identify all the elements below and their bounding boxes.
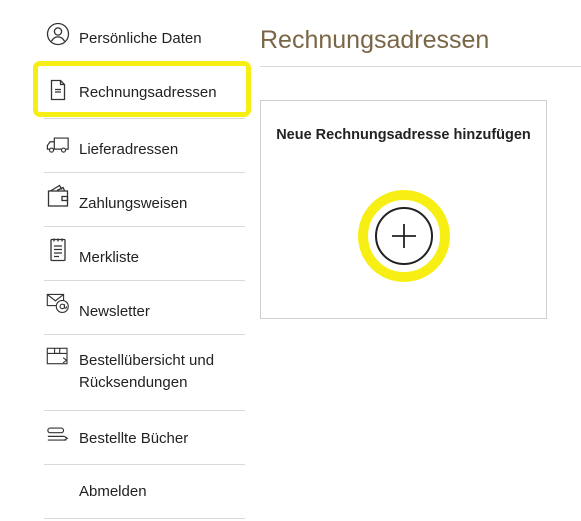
box-icon xyxy=(46,344,70,368)
add-billing-address-card[interactable]: Neue Rechnungsadresse hinzufügen xyxy=(260,100,547,319)
sidebar-item-orders-returns[interactable]: Bestellübersicht und Rücksendungen xyxy=(44,335,245,411)
books-icon xyxy=(46,423,70,447)
page-title: Rechnungsadressen xyxy=(260,26,490,54)
sidebar-item-billing-addresses[interactable]: Rechnungsadressen xyxy=(44,65,245,119)
mail-at-icon xyxy=(46,291,70,315)
sidebar-item-logout[interactable]: Abmelden xyxy=(44,465,245,519)
sidebar-item-ordered-books[interactable]: Bestellte Bücher xyxy=(44,411,245,465)
sidebar-item-label: Lieferadressen xyxy=(79,141,179,158)
sidebar-item-label: Merkliste xyxy=(79,249,140,266)
person-icon xyxy=(46,22,70,46)
add-billing-address-button[interactable] xyxy=(358,190,450,282)
sidebar-item-label: Bestellübersicht und Rücksendungen xyxy=(79,352,215,391)
sidebar-item-label: Abmelden xyxy=(79,483,147,500)
list-icon xyxy=(46,238,70,262)
wallet-icon xyxy=(46,184,70,208)
card-heading: Neue Rechnungsadresse hinzufügen xyxy=(276,127,531,143)
sidebar-item-payment-methods[interactable]: Zahlungsweisen xyxy=(44,173,245,227)
sidebar-item-wishlist[interactable]: Merkliste xyxy=(44,227,245,281)
sidebar-item-label: Newsletter xyxy=(79,303,150,320)
sidebar-item-label: Rechnungsadressen xyxy=(79,84,217,101)
account-sidebar: Persönliche Daten Rechnungsadressen Lief… xyxy=(44,12,245,519)
plus-circle-icon xyxy=(375,207,433,265)
sidebar-item-newsletter[interactable]: Newsletter xyxy=(44,281,245,335)
sidebar-item-personal-data[interactable]: Persönliche Daten xyxy=(44,12,245,65)
sidebar-item-label: Bestellte Bücher xyxy=(79,430,189,447)
sidebar-item-label: Zahlungsweisen xyxy=(79,195,188,212)
sidebar-item-shipping-addresses[interactable]: Lieferadressen xyxy=(44,119,245,173)
truck-icon xyxy=(46,133,70,157)
sidebar-item-label: Persönliche Daten xyxy=(79,30,202,47)
title-divider xyxy=(260,66,581,67)
document-icon xyxy=(46,78,70,102)
